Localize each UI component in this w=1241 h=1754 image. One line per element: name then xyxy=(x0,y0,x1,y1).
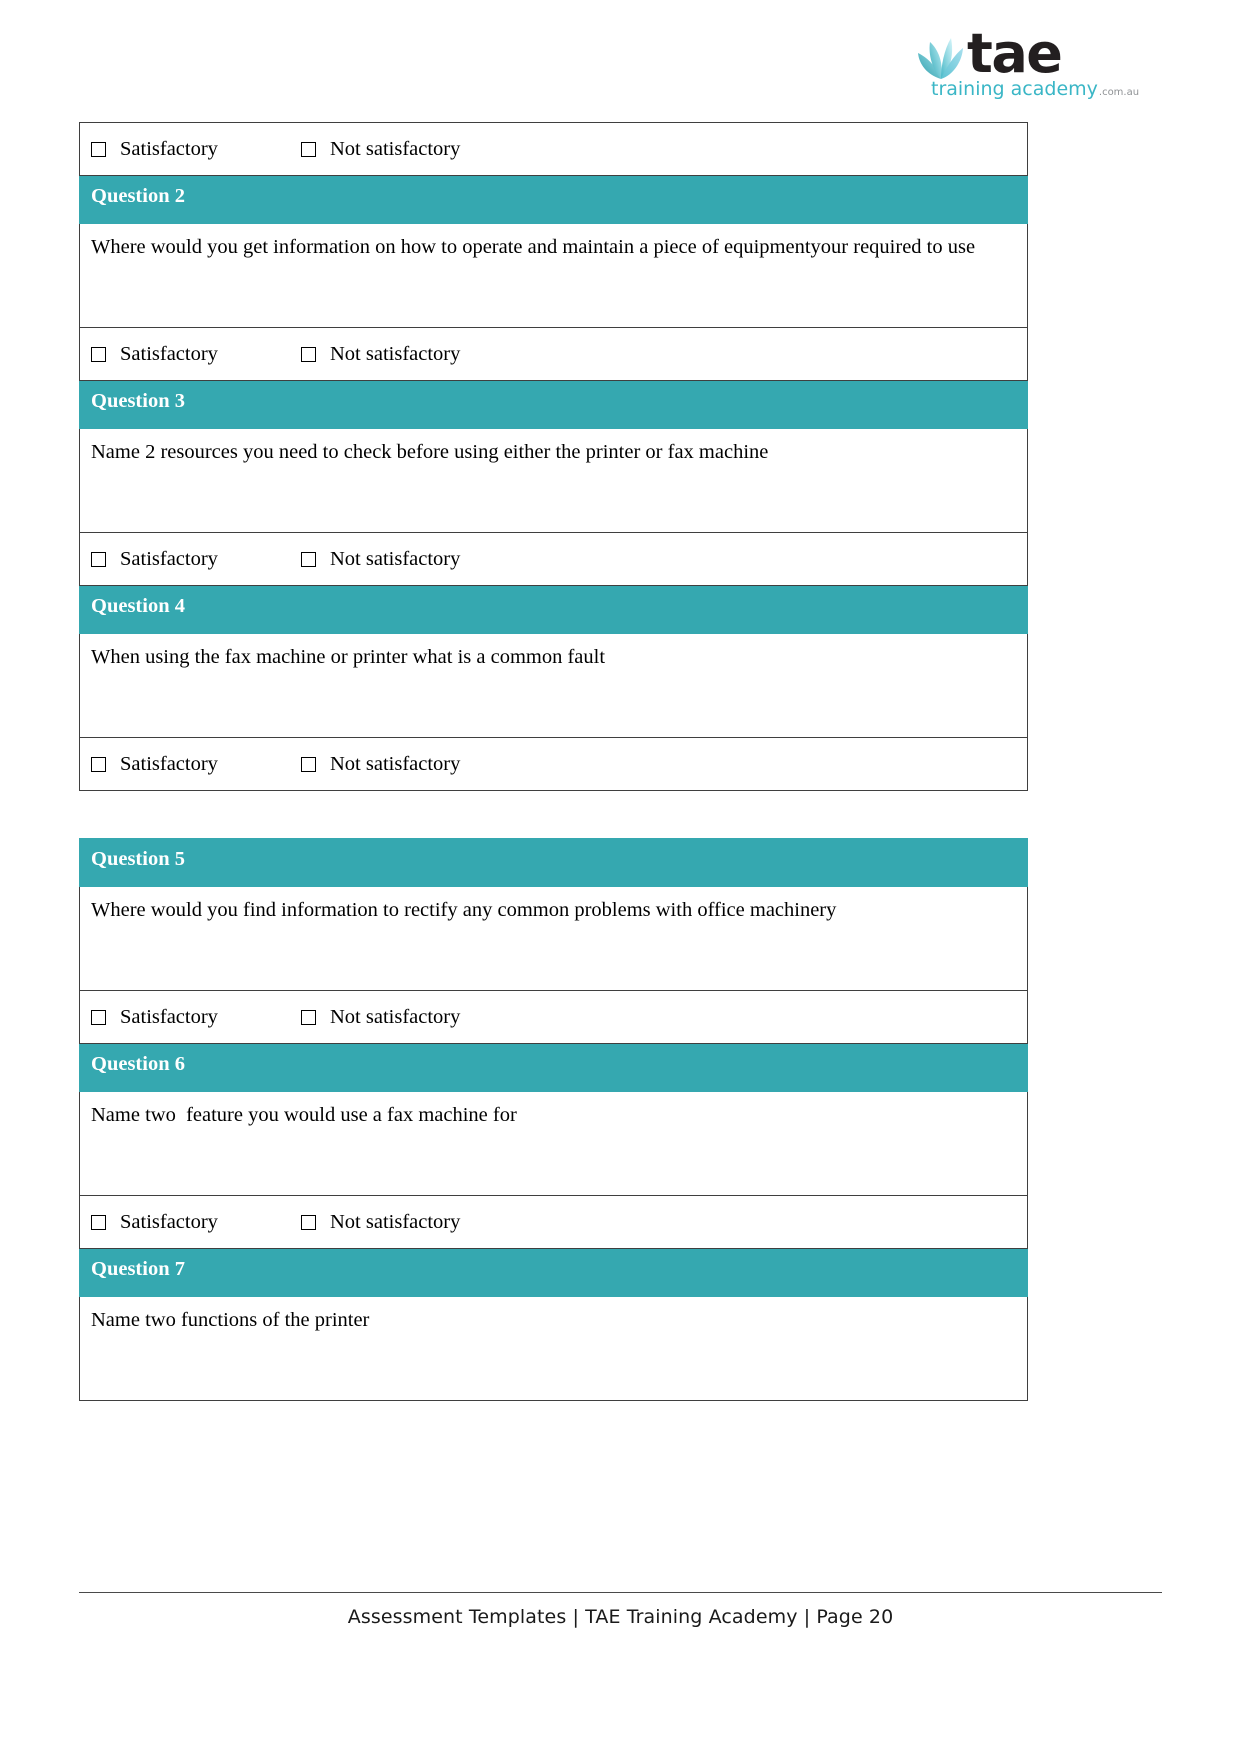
checkbox-icon[interactable] xyxy=(301,1009,316,1025)
assessment-table-1: Satisfactory Not satisfactory Question 2 xyxy=(79,122,1028,791)
not-satisfactory-label: Not satisfactory xyxy=(330,752,461,775)
question-header-cell: Question 5 xyxy=(79,838,1028,887)
question-header-row: Question 6 xyxy=(79,1043,1028,1092)
question-text: Name two feature you would use a fax mac… xyxy=(91,1104,517,1126)
satisfactory-label: Satisfactory xyxy=(120,342,218,365)
question-body-row: Where would you get information on how t… xyxy=(79,223,1028,328)
not-satisfactory-option[interactable]: Not satisfactory xyxy=(301,344,460,365)
question-header-row: Question 4 xyxy=(79,585,1028,634)
question-header-cell: Question 6 xyxy=(79,1043,1028,1092)
question-header-row: Question 7 xyxy=(79,1248,1028,1297)
question-title: Question 3 xyxy=(91,390,185,412)
satisfactory-option[interactable]: Satisfactory xyxy=(91,549,301,570)
satisfactory-label: Satisfactory xyxy=(120,752,218,775)
result-cell: Satisfactory Not satisfactory xyxy=(79,122,1028,176)
not-satisfactory-label: Not satisfactory xyxy=(330,1210,461,1233)
checkbox-icon[interactable] xyxy=(91,141,106,157)
document-page: tae training academy .com.au Satisfactor… xyxy=(0,0,1241,1754)
page-header: tae training academy .com.au xyxy=(909,22,1169,104)
question-title: Question 4 xyxy=(91,595,185,617)
table-row: Satisfactory Not satisfactory xyxy=(79,1195,1028,1249)
assessment-table-2: Question 5 Where would you find informat… xyxy=(79,838,1028,1401)
satisfactory-label: Satisfactory xyxy=(120,1210,218,1233)
table-row: Satisfactory Not satisfactory xyxy=(79,737,1028,791)
logo-tagline-row: training academy .com.au xyxy=(931,78,1139,100)
question-body-row: Name two feature you would use a fax mac… xyxy=(79,1091,1028,1196)
not-satisfactory-option[interactable]: Not satisfactory xyxy=(301,1212,460,1233)
question-body-row: Where would you find information to rect… xyxy=(79,886,1028,991)
satisfactory-option[interactable]: Satisfactory xyxy=(91,754,301,775)
satisfactory-option[interactable]: Satisfactory xyxy=(91,139,301,160)
question-header-row: Question 2 xyxy=(79,175,1028,224)
logo-primary-row: tae xyxy=(917,22,1063,85)
table-row: Satisfactory Not satisfactory xyxy=(79,990,1028,1044)
footer-text: Assessment Templates | TAE Training Acad… xyxy=(347,1606,894,1628)
logo-tld: .com.au xyxy=(1098,87,1140,98)
question-header-row: Question 3 xyxy=(79,380,1028,429)
question-text: When using the fax machine or printer wh… xyxy=(91,646,606,668)
not-satisfactory-label: Not satisfactory xyxy=(330,1005,461,1028)
checkbox-icon[interactable] xyxy=(301,551,316,567)
checkbox-icon[interactable] xyxy=(91,1009,106,1025)
not-satisfactory-label: Not satisfactory xyxy=(330,137,461,160)
result-cell: Satisfactory Not satisfactory xyxy=(79,327,1028,381)
result-cell: Satisfactory Not satisfactory xyxy=(79,532,1028,586)
checkbox-icon[interactable] xyxy=(301,756,316,772)
page-footer: Assessment Templates | TAE Training Acad… xyxy=(79,1592,1162,1628)
question-title: Question 6 xyxy=(91,1053,185,1075)
question-body-row: When using the fax machine or printer wh… xyxy=(79,633,1028,738)
satisfactory-option[interactable]: Satisfactory xyxy=(91,344,301,365)
question-answer-cell[interactable]: When using the fax machine or printer wh… xyxy=(79,633,1028,738)
not-satisfactory-option[interactable]: Not satisfactory xyxy=(301,139,460,160)
question-header-cell: Question 2 xyxy=(79,175,1028,224)
not-satisfactory-label: Not satisfactory xyxy=(330,342,461,365)
question-header-cell: Question 4 xyxy=(79,585,1028,634)
question-body-row: Name two functions of the printer xyxy=(79,1296,1028,1401)
satisfactory-label: Satisfactory xyxy=(120,137,218,160)
result-cell: Satisfactory Not satisfactory xyxy=(79,1195,1028,1249)
satisfactory-option[interactable]: Satisfactory xyxy=(91,1212,301,1233)
tae-leaf-mark-icon xyxy=(917,28,965,80)
checkbox-icon[interactable] xyxy=(301,1214,316,1230)
question-answer-cell[interactable]: Name two functions of the printer xyxy=(79,1296,1028,1401)
question-text: Where would you get information on how t… xyxy=(91,236,976,258)
checkbox-icon[interactable] xyxy=(91,346,106,362)
tae-logo: tae training academy .com.au xyxy=(909,22,1169,100)
question-title: Question 5 xyxy=(91,848,185,870)
satisfactory-label: Satisfactory xyxy=(120,1005,218,1028)
table-row: Satisfactory Not satisfactory xyxy=(79,327,1028,381)
checkbox-icon[interactable] xyxy=(301,346,316,362)
question-answer-cell[interactable]: Where would you find information to rect… xyxy=(79,886,1028,991)
question-header-cell: Question 7 xyxy=(79,1248,1028,1297)
question-answer-cell[interactable]: Where would you get information on how t… xyxy=(79,223,1028,328)
question-answer-cell[interactable]: Name 2 resources you need to check befor… xyxy=(79,428,1028,533)
checkbox-icon[interactable] xyxy=(91,551,106,567)
table-row: Satisfactory Not satisfactory xyxy=(79,532,1028,586)
not-satisfactory-label: Not satisfactory xyxy=(330,547,461,570)
question-body-row: Name 2 resources you need to check befor… xyxy=(79,428,1028,533)
checkbox-icon[interactable] xyxy=(301,141,316,157)
satisfactory-option[interactable]: Satisfactory xyxy=(91,1007,301,1028)
question-header-row: Question 5 xyxy=(79,838,1028,887)
result-cell: Satisfactory Not satisfactory xyxy=(79,990,1028,1044)
question-title: Question 7 xyxy=(91,1258,185,1280)
checkbox-icon[interactable] xyxy=(91,756,106,772)
question-text: Name 2 resources you need to check befor… xyxy=(91,441,769,463)
satisfactory-label: Satisfactory xyxy=(120,547,218,570)
result-cell: Satisfactory Not satisfactory xyxy=(79,737,1028,791)
logo-wordmark: tae xyxy=(967,22,1063,85)
logo-tagline: training academy xyxy=(931,78,1098,100)
table-row: Satisfactory Not satisfactory xyxy=(79,122,1028,176)
question-answer-cell[interactable]: Name two feature you would use a fax mac… xyxy=(79,1091,1028,1196)
question-text: Name two functions of the printer xyxy=(91,1309,370,1331)
not-satisfactory-option[interactable]: Not satisfactory xyxy=(301,754,460,775)
not-satisfactory-option[interactable]: Not satisfactory xyxy=(301,1007,460,1028)
checkbox-icon[interactable] xyxy=(91,1214,106,1230)
question-text: Where would you find information to rect… xyxy=(91,899,837,921)
not-satisfactory-option[interactable]: Not satisfactory xyxy=(301,549,460,570)
question-title: Question 2 xyxy=(91,185,185,207)
question-header-cell: Question 3 xyxy=(79,380,1028,429)
